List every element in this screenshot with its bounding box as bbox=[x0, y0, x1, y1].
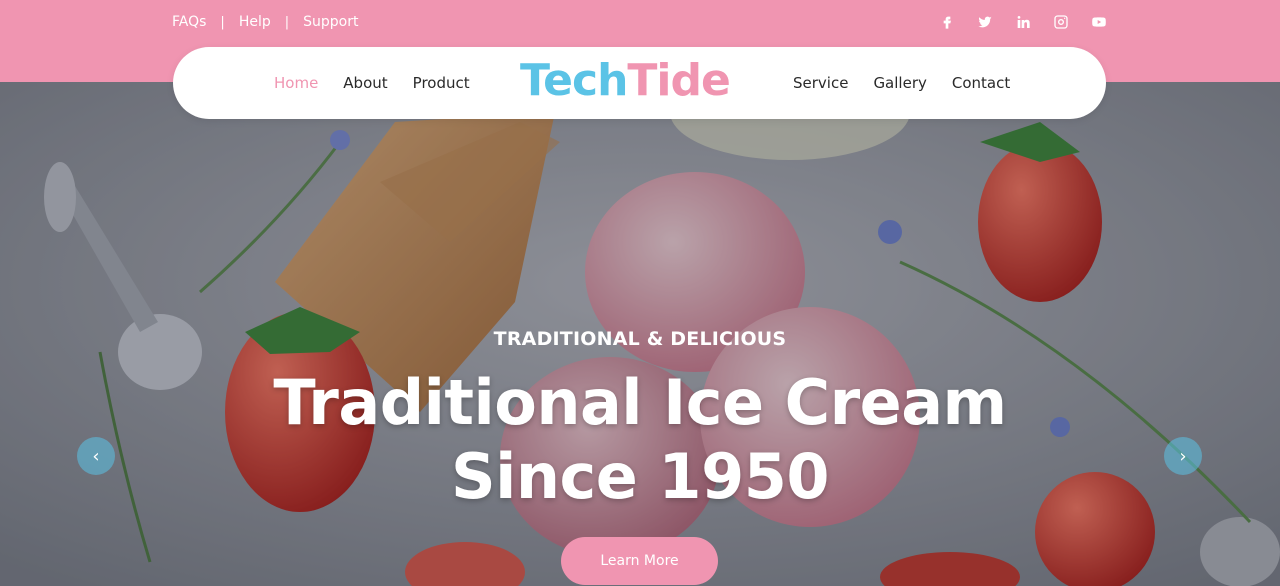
hero-kicker: TRADITIONAL & DELICIOUS bbox=[493, 328, 787, 350]
instagram-icon[interactable] bbox=[1052, 13, 1070, 31]
hero-banner: ‹ › TRADITIONAL & DELICIOUS Traditional … bbox=[0, 82, 1280, 586]
linkedin-icon[interactable] bbox=[1014, 13, 1032, 31]
nav-gallery[interactable]: Gallery bbox=[873, 74, 926, 92]
facebook-icon[interactable] bbox=[938, 13, 956, 31]
social-links bbox=[938, 13, 1108, 31]
headline-line-2: Since 1950 bbox=[451, 440, 830, 513]
site-logo[interactable]: TechTide bbox=[520, 55, 731, 106]
faqs-link[interactable]: FAQs bbox=[172, 14, 206, 30]
logo-part-2: Tide bbox=[627, 55, 730, 106]
hero-headline: Traditional Ice Cream Since 1950 bbox=[0, 366, 1280, 514]
separator: | bbox=[220, 14, 225, 30]
twitter-icon[interactable] bbox=[976, 13, 994, 31]
nav-contact[interactable]: Contact bbox=[952, 74, 1010, 92]
nav-left-group: Home About Product bbox=[274, 74, 470, 92]
separator: | bbox=[284, 14, 290, 30]
nav-service[interactable]: Service bbox=[793, 74, 848, 92]
learn-more-button[interactable]: Learn More bbox=[561, 537, 718, 585]
headline-line-1: Traditional Ice Cream bbox=[273, 366, 1007, 439]
nav-right-group: Service Gallery Contact bbox=[793, 74, 1010, 92]
nav-about[interactable]: About bbox=[343, 74, 387, 92]
top-links: FAQs | Help | Support bbox=[172, 14, 358, 30]
main-navbar: Home About Product TechTide Service Gall… bbox=[173, 47, 1106, 119]
youtube-icon[interactable] bbox=[1090, 13, 1108, 31]
nav-product[interactable]: Product bbox=[413, 74, 470, 92]
support-link[interactable]: Support bbox=[303, 14, 358, 30]
logo-part-1: Tech bbox=[520, 55, 628, 106]
nav-home[interactable]: Home bbox=[274, 74, 318, 92]
help-link[interactable]: Help bbox=[239, 14, 271, 30]
